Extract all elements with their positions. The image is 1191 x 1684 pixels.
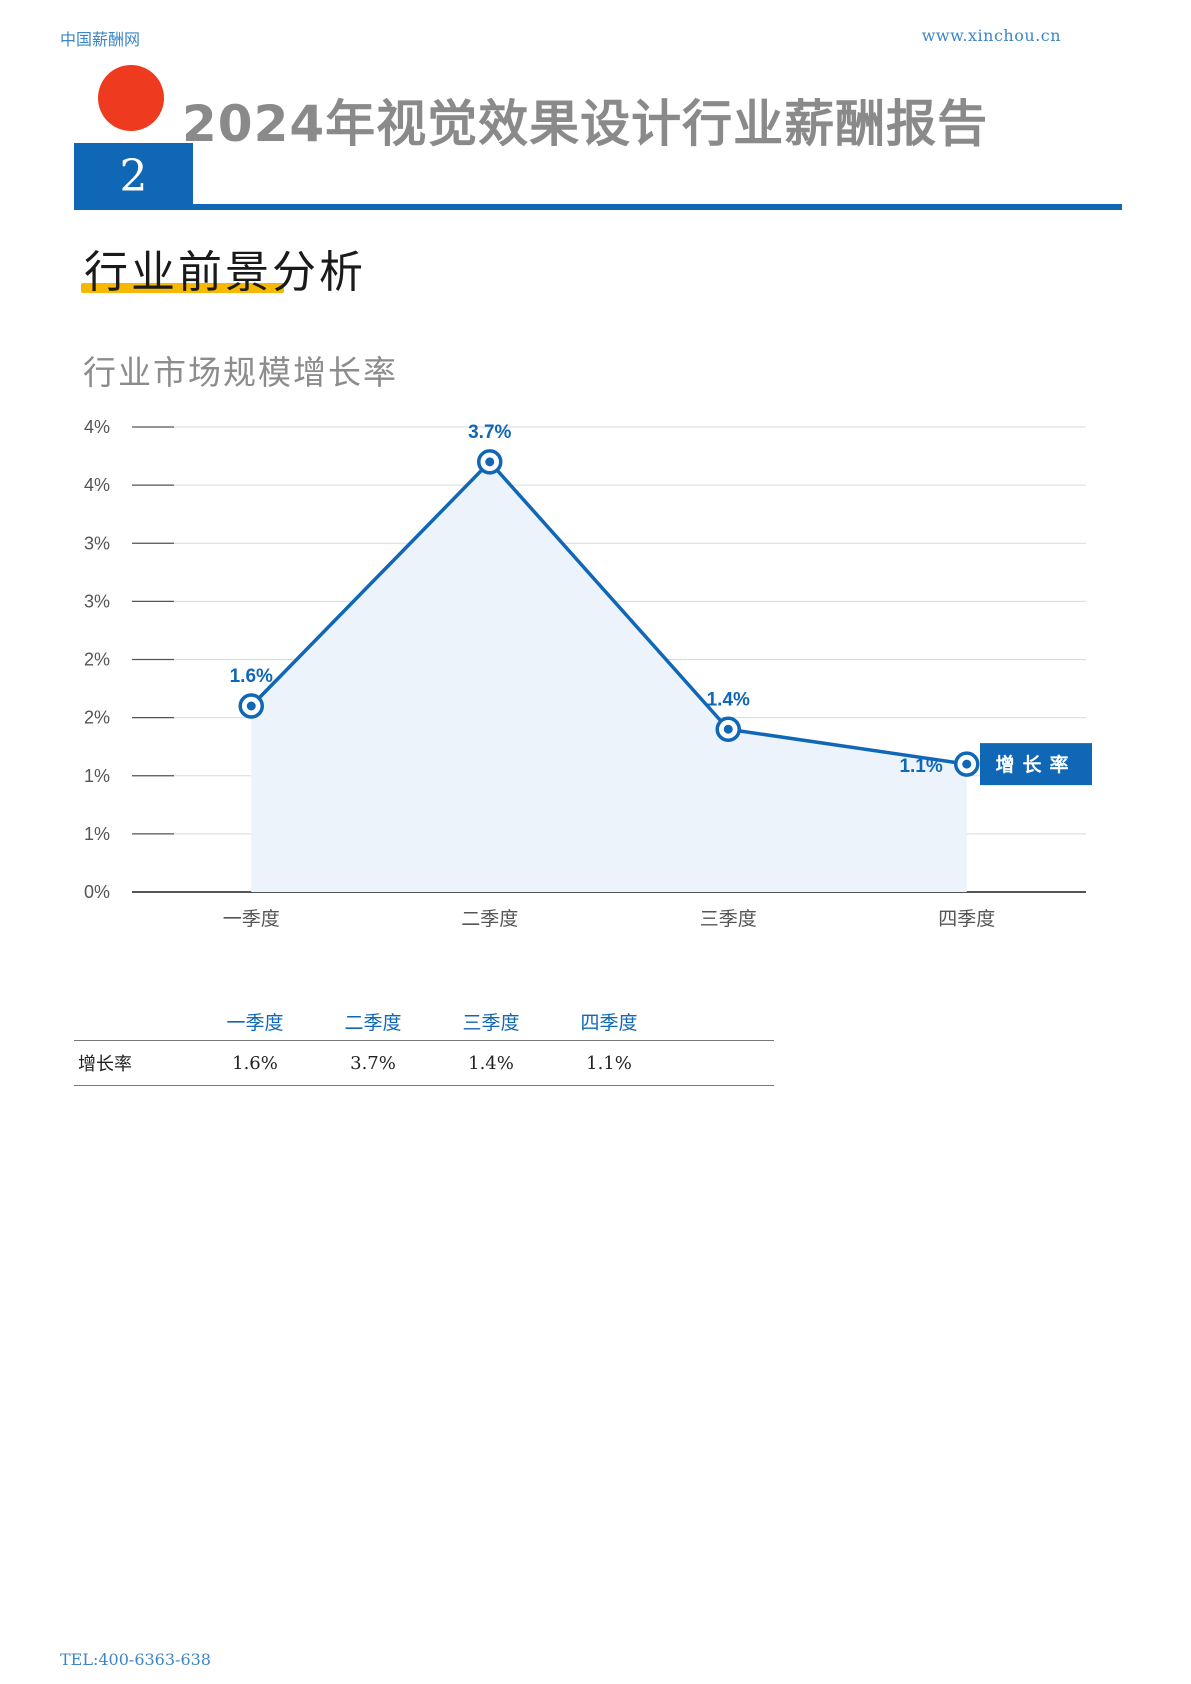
table-header-row: 一季度 二季度 三季度 四季度	[74, 1002, 774, 1041]
data-label: 1.1%	[899, 756, 942, 777]
footer-tel: TEL:400-6363-638	[60, 1650, 211, 1669]
y-tick-label: 3%	[84, 591, 110, 611]
chart-subtitle: 行业市场规模增长率	[83, 353, 398, 392]
table-header-cell: 三季度	[432, 1002, 550, 1041]
chart-legend: 增长率	[980, 743, 1092, 786]
series-area	[251, 461, 967, 892]
table-row: 增长率 1.6% 3.7% 1.4% 1.1%	[74, 1040, 774, 1086]
red-dot-decoration	[98, 65, 164, 131]
y-tick-label: 2%	[84, 708, 110, 728]
y-tick-label: 0%	[84, 882, 110, 902]
table-cell: 3.7%	[314, 1040, 432, 1086]
y-tick-label: 1%	[84, 766, 110, 786]
table-cell: 1.1%	[550, 1040, 668, 1086]
table-header-cell: 四季度	[550, 1002, 668, 1041]
y-tick-label: 4%	[84, 417, 110, 437]
data-point-dot	[485, 457, 495, 467]
chart-area	[251, 461, 967, 892]
y-tick-label: 1%	[84, 824, 110, 844]
table-cell: 1.4%	[432, 1040, 550, 1086]
table-header-cell: 二季度	[314, 1002, 432, 1041]
y-tick-label: 4%	[84, 475, 110, 495]
x-tick-label: 四季度	[938, 908, 995, 930]
growth-rate-line-chart: 0% 1% 1% 2% 2% 3% 3% 4% 4% 一季度 二季度 三季度 四季度 1.6% 3.7% 1…	[84, 417, 1092, 930]
site-name: 中国薪酬网	[60, 30, 141, 49]
data-table: 一季度 二季度 三季度 四季度 增长率 1.6% 3.7% 1.4% 1.1%	[74, 1002, 774, 1086]
site-url[interactable]: www.xinchou.cn	[922, 26, 1061, 45]
data-label: 1.6%	[230, 666, 273, 687]
data-point-dot	[246, 701, 256, 711]
table-header-cell: 一季度	[196, 1002, 314, 1041]
legend-label: 增长率	[995, 753, 1076, 776]
table-header-cell	[668, 1002, 774, 1041]
data-label: 3.7%	[468, 422, 511, 443]
data-point-dot	[962, 759, 972, 769]
data-point-dot	[723, 724, 733, 734]
data-label: 1.4%	[707, 689, 750, 710]
report-title: 2024年视觉效果设计行业薪酬报告	[182, 95, 989, 153]
y-tick-label: 2%	[84, 650, 110, 670]
chapter-number-badge: 2	[74, 143, 193, 209]
section-title: 行业前景分析	[84, 247, 366, 298]
table-header-cell	[74, 1002, 196, 1041]
y-tick-label: 3%	[84, 533, 110, 553]
x-tick-label: 三季度	[700, 908, 757, 930]
x-tick-label: 一季度	[223, 908, 280, 930]
table-cell: 1.6%	[196, 1040, 314, 1086]
table-cell	[668, 1040, 774, 1086]
table-row-label: 增长率	[74, 1040, 196, 1086]
header-divider	[74, 204, 1122, 210]
x-tick-label: 二季度	[461, 908, 518, 930]
